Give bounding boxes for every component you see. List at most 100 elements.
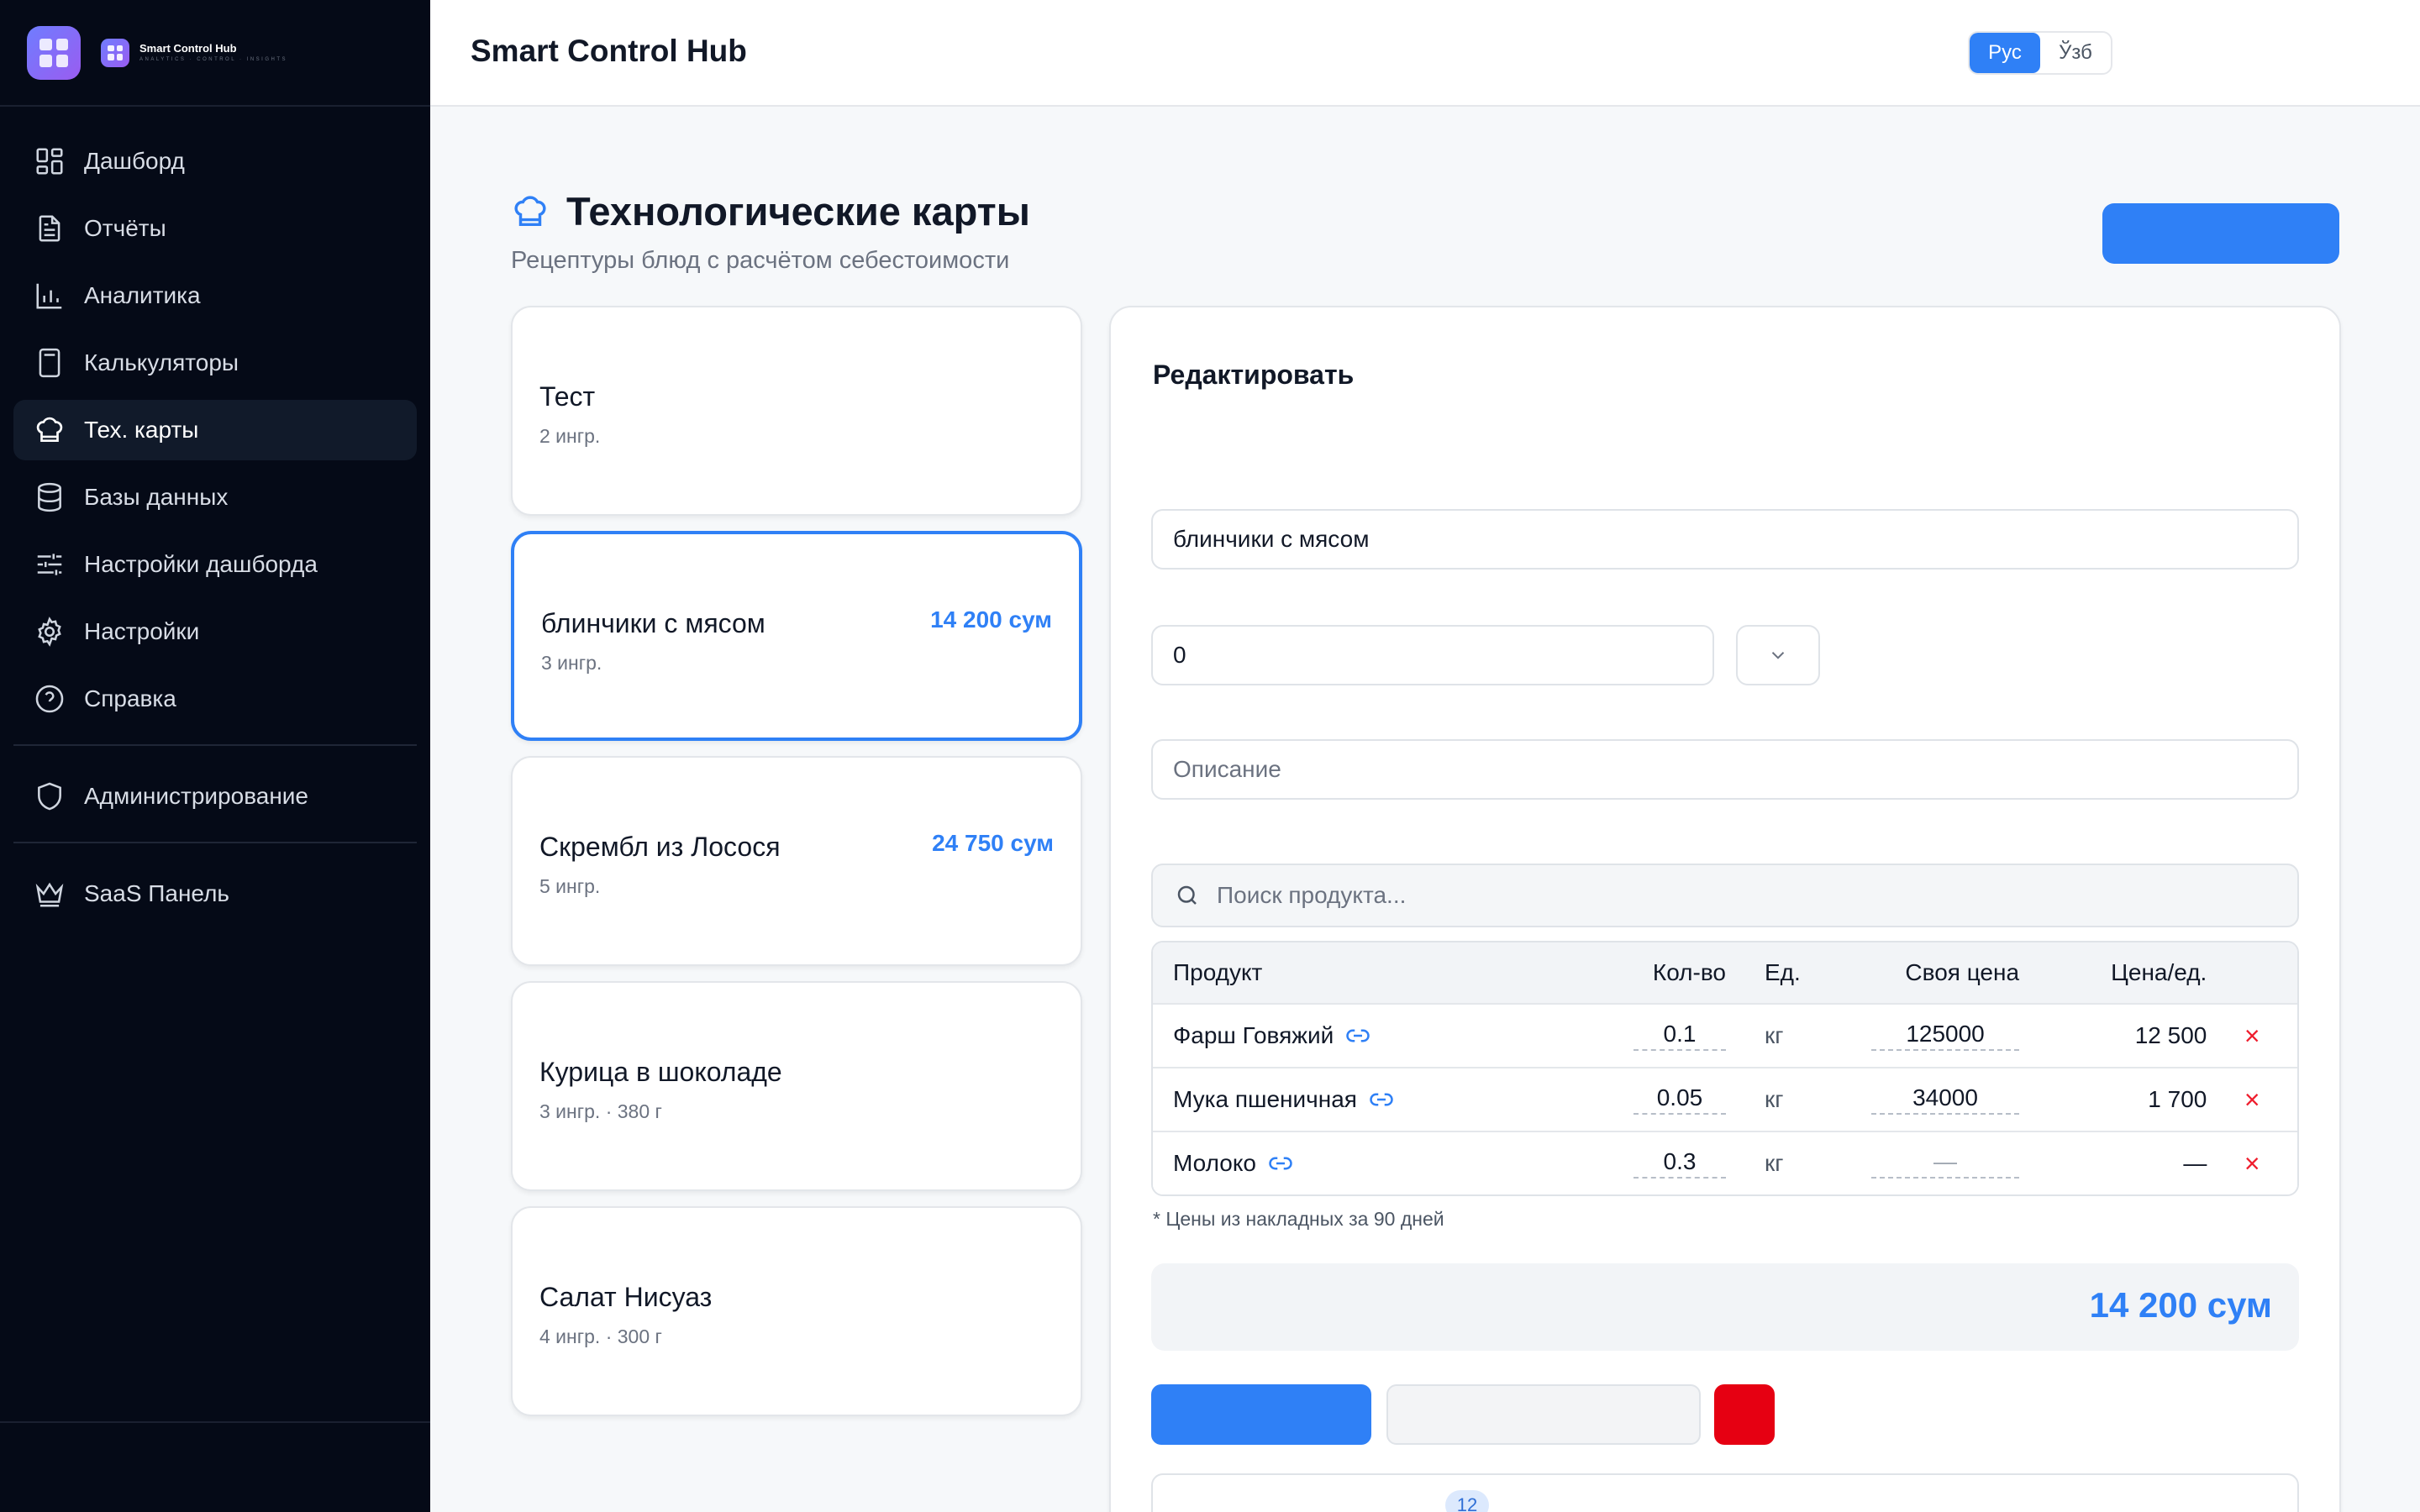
- unit-price-value: 1 700: [2148, 1086, 2207, 1112]
- yield-input[interactable]: 0: [1151, 625, 1714, 685]
- recipe-name: Тест: [539, 381, 596, 412]
- cancel-button[interactable]: [1386, 1384, 1701, 1445]
- database-icon: [38, 482, 61, 512]
- chef-hat-icon: [514, 195, 546, 226]
- language-uz-button[interactable]: Ўзб: [2040, 33, 2111, 73]
- recipe-card[interactable]: Скрембл из Лосося 5 ингр. 24 750 сум: [511, 756, 1082, 966]
- own-price-input[interactable]: 34000: [1871, 1084, 2020, 1115]
- recipe-name: блинчики с мясом: [541, 608, 765, 638]
- delete-row-button[interactable]: ×: [2207, 1084, 2297, 1116]
- delete-row-button[interactable]: ×: [2207, 1148, 2297, 1179]
- link-icon[interactable]: [1345, 1023, 1370, 1048]
- sidebar-item-dashboard[interactable]: Дашборд: [13, 131, 417, 192]
- delete-row-button[interactable]: ×: [2207, 1021, 2297, 1052]
- shield-icon: [38, 782, 61, 811]
- sidebar-item-label: Аналитика: [84, 282, 201, 308]
- qty-input[interactable]: 0.1: [1633, 1021, 1726, 1051]
- brand-tagline: ANALYTICS · CONTROL · INSIGHTS: [139, 56, 288, 62]
- gear-icon: [38, 617, 61, 647]
- description-input[interactable]: Описание: [1151, 739, 2299, 800]
- table-row: Фарш Говяжий 0.1 кг 125000 12 500 ×: [1153, 1003, 2297, 1067]
- column-product: Продукт: [1173, 959, 1263, 985]
- own-price-input[interactable]: —: [1871, 1148, 2020, 1179]
- search-icon: [1177, 885, 1197, 905]
- brand-name: Smart Control Hub: [139, 41, 237, 55]
- sidebar-header: Smart Control Hub ANALYTICS · CONTROL · …: [0, 0, 430, 107]
- recipe-meta: 4 ингр. · 300 г: [539, 1326, 662, 1347]
- qty-input[interactable]: 0.05: [1633, 1084, 1726, 1115]
- sidebar-item-label: Администрирование: [84, 783, 308, 809]
- column-qty: Кол-во: [1652, 959, 1726, 985]
- sidebar-item-label: Дашборд: [84, 148, 185, 174]
- recipe-name: Скрембл из Лосося: [539, 832, 781, 862]
- sidebar-item-label: Калькуляторы: [84, 349, 239, 375]
- link-icon[interactable]: [1369, 1087, 1394, 1112]
- delete-button[interactable]: [1714, 1384, 1775, 1445]
- qty-input[interactable]: 0.3: [1633, 1148, 1726, 1179]
- sidebar-item-label: Базы данных: [84, 484, 229, 510]
- table-row: Молоко 0.3 кг — — ×: [1153, 1131, 2297, 1194]
- recipe-card-selected[interactable]: блинчики с мясом 3 ингр. 14 200 сум: [511, 531, 1082, 741]
- sidebar-item-saas-panel[interactable]: SaaS Панель: [13, 864, 417, 924]
- page-subtitle: Рецептуры блюд с расчётом себестоимости: [511, 247, 1010, 274]
- recipe-card[interactable]: Курица в шоколаде 3 ингр. · 380 г: [511, 981, 1082, 1191]
- save-button[interactable]: [1151, 1384, 1371, 1445]
- recipe-card[interactable]: Салат Нисуаз 4 ингр. · 300 г: [511, 1206, 1082, 1416]
- recipe-name-input[interactable]: блинчики с мясом: [1151, 509, 2299, 570]
- sidebar-item-label: Справка: [84, 685, 176, 711]
- recipe-name: Курица в шоколаде: [539, 1057, 782, 1087]
- recipe-editor: Редактировать блинчики с мясом 0 Описани…: [1109, 306, 2341, 1512]
- product-name: Мука пшеничная: [1173, 1086, 1357, 1112]
- product-name: Фарш Говяжий: [1173, 1022, 1334, 1048]
- column-unit-price: Цена/ед.: [2111, 959, 2207, 985]
- sidebar-item-calculators[interactable]: Калькуляторы: [13, 333, 417, 393]
- sidebar-item-label: Тех. карты: [84, 417, 199, 443]
- sidebar-divider: [13, 744, 417, 746]
- recipe-card[interactable]: Тест 2 ингр.: [511, 306, 1082, 516]
- sidebar-item-help[interactable]: Справка: [13, 669, 417, 729]
- recipe-meta: 3 ингр. · 380 г: [539, 1100, 662, 1122]
- sidebar-item-tech-cards[interactable]: Тех. карты: [13, 400, 417, 460]
- sidebar-item-label: Настройки дашборда: [84, 551, 318, 577]
- sidebar-item-dashboard-settings[interactable]: Настройки дашборда: [13, 534, 417, 595]
- sidebar-item-settings[interactable]: Настройки: [13, 601, 417, 662]
- recipe-price: 24 750 сум: [932, 830, 1054, 856]
- app-logo-icon[interactable]: [27, 25, 81, 80]
- unit-value: кг: [1764, 1022, 1784, 1048]
- product-search-input[interactable]: Поиск продукта...: [1151, 864, 2299, 927]
- price-source-note: * Цены из накладных за 90 дней: [1153, 1208, 1444, 1230]
- sidebar-item-label: Отчёты: [84, 215, 166, 241]
- sidebar-nav: Дашборд Отчёты Аналитика Калькуляторы Те…: [13, 131, 417, 931]
- sidebar-item-administration[interactable]: Администрирование: [13, 766, 417, 827]
- sidebar-item-databases[interactable]: Базы данных: [13, 467, 417, 528]
- recipe-price: 14 200 сум: [930, 606, 1052, 633]
- ingredients-table: Продукт Кол-во Ед. Своя цена Цена/ед. Фа…: [1151, 941, 2299, 1196]
- count-badge: 12: [1445, 1490, 1489, 1512]
- crown-icon: [35, 882, 64, 907]
- language-ru-button[interactable]: Рус: [1970, 33, 2040, 73]
- total-cost-value: 14 200 сум: [2089, 1285, 2272, 1325]
- sidebar-footer-divider: [0, 1421, 430, 1423]
- recipe-meta: 2 ингр.: [539, 425, 601, 447]
- unit-value: кг: [1764, 1150, 1784, 1176]
- unit-select[interactable]: [1736, 625, 1820, 685]
- product-name: Молоко: [1173, 1150, 1256, 1176]
- link-icon[interactable]: [1268, 1151, 1293, 1176]
- add-tech-card-button[interactable]: [2102, 203, 2339, 264]
- unit-price-value: —: [2183, 1150, 2207, 1176]
- calculator-icon: [39, 348, 60, 378]
- column-unit: Ед.: [1764, 959, 1801, 985]
- sidebar-item-reports[interactable]: Отчёты: [13, 198, 417, 259]
- topbar: Smart Control Hub Рус Ўзб: [430, 0, 2420, 107]
- chef-hat-icon: [36, 417, 63, 443]
- unit-price-value: 12 500: [2134, 1022, 2207, 1048]
- sidebar-divider: [13, 842, 417, 843]
- recipe-meta: 5 ингр.: [539, 875, 601, 897]
- own-price-input[interactable]: 125000: [1871, 1021, 2020, 1051]
- brand: Smart Control Hub ANALYTICS · CONTROL · …: [101, 38, 288, 67]
- sliders-icon: [37, 554, 62, 575]
- language-switcher: Рус Ўзб: [1968, 31, 2112, 75]
- help-circle-icon: [35, 685, 64, 713]
- sidebar-item-analytics[interactable]: Аналитика: [13, 265, 417, 326]
- brand-logo-icon: [101, 38, 129, 67]
